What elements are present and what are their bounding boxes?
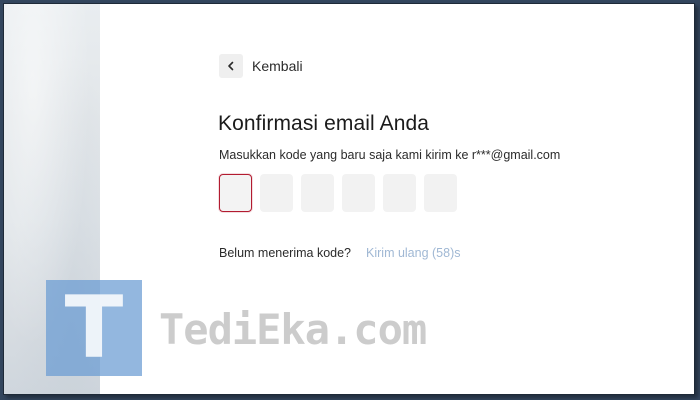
watermark-logo: T — [46, 280, 142, 376]
code-digit-3[interactable] — [301, 174, 334, 212]
code-digit-1[interactable] — [219, 174, 252, 212]
watermark-text: TediEka.com — [159, 305, 427, 354]
resend-code-link[interactable]: Kirim ulang (58)s — [366, 246, 460, 260]
code-digit-5[interactable] — [383, 174, 416, 212]
instruction-text: Masukkan kode yang baru saja kami kirim … — [219, 148, 561, 162]
resend-question: Belum menerima kode? — [219, 246, 352, 260]
page-title: Konfirmasi email Anda — [218, 112, 430, 135]
page-frame: Kembali Konfirmasi email Anda Masukkan k… — [3, 3, 695, 395]
chevron-left-icon — [219, 54, 243, 78]
code-digit-4[interactable] — [342, 174, 375, 212]
code-digit-6[interactable] — [424, 174, 457, 212]
watermark-logo-letter: T — [64, 278, 124, 378]
back-label: Kembali — [252, 58, 303, 74]
back-button[interactable]: Kembali — [219, 54, 303, 78]
verification-code-inputs — [219, 174, 465, 212]
resend-row: Belum menerima kode? Kirim ulang (58)s — [219, 246, 461, 260]
code-digit-2[interactable] — [260, 174, 293, 212]
